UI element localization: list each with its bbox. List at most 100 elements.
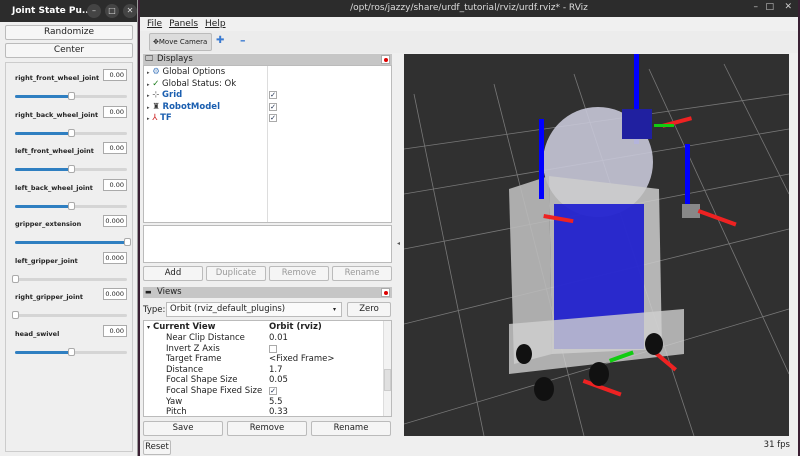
- rename-view-button[interactable]: Rename: [311, 421, 391, 436]
- rviz-window: /opt/ros/jazzy/share/urdf_tutorial/rviz/…: [140, 0, 798, 456]
- view-property-label: Near Clip Distance: [166, 333, 245, 343]
- expand-arrow-icon[interactable]: ▸: [147, 105, 150, 111]
- move-camera-button[interactable]: ✥Move Camera: [149, 33, 212, 51]
- scrollbar[interactable]: [383, 321, 391, 416]
- joint-slider[interactable]: [15, 238, 131, 246]
- view-property-label: Focal Shape Fixed Size: [166, 386, 263, 396]
- monitor-icon: 🖵: [145, 54, 154, 64]
- display-enabled-checkbox[interactable]: ✓: [269, 102, 277, 111]
- joint-slider[interactable]: [15, 201, 127, 210]
- display-item[interactable]: ▸ ⅄ TF: [147, 113, 172, 124]
- maximize-button[interactable]: □: [105, 4, 119, 18]
- menu-file[interactable]: File: [147, 19, 162, 29]
- joint-state-publisher-window: Joint State Pu... – □ ✕ Randomize Center…: [0, 0, 138, 456]
- remove-view-button[interactable]: Remove: [227, 421, 307, 436]
- joint-label: head_swivel: [15, 329, 60, 338]
- display-item[interactable]: ▸ ✓ Global Status: Ok: [147, 79, 236, 90]
- save-view-button[interactable]: Save: [143, 421, 223, 436]
- view-property-checkbox[interactable]: [269, 344, 277, 353]
- view-property-value[interactable]: 0.01: [269, 333, 288, 344]
- minimize-button[interactable]: –: [754, 2, 759, 12]
- expand-arrow-icon[interactable]: ▸: [147, 70, 150, 76]
- display-enabled-checkbox[interactable]: ✓: [269, 114, 277, 122]
- slider-handle[interactable]: [68, 128, 75, 137]
- joint-value-input[interactable]: 0.000: [103, 215, 127, 227]
- expand-arrow-icon[interactable]: ▸: [147, 93, 150, 99]
- gripper: [682, 204, 700, 218]
- view-property-label: Target Frame: [166, 354, 222, 365]
- minimize-button[interactable]: –: [87, 4, 101, 18]
- joint-label: left_back_wheel_joint: [15, 183, 93, 192]
- view-property-value[interactable]: 0.05: [269, 375, 288, 386]
- close-panel-button[interactable]: [381, 288, 390, 297]
- joint-value-input[interactable]: 0.00: [103, 142, 127, 154]
- joint-slider[interactable]: [15, 165, 127, 173]
- slider-handle[interactable]: [12, 274, 19, 283]
- joint-slider[interactable]: [15, 128, 127, 137]
- grid-icon: ⊹: [152, 90, 160, 100]
- view-type-select[interactable]: Orbit (rviz_default_plugins) ▾: [166, 302, 342, 317]
- displays-tree: ▸ ⚙ Global Options ▸ ✓ Global Status: Ok ▸…: [143, 65, 392, 223]
- gear-icon: ⚙: [152, 67, 160, 77]
- slider-handle[interactable]: [68, 165, 75, 173]
- joint-head-swivel: head_swivel 0.00: [15, 324, 127, 361]
- joint-left-front-wheel-joint: left_front_wheel_joint 0.00: [15, 142, 127, 178]
- slider-handle[interactable]: [12, 311, 19, 319]
- 3d-viewport[interactable]: [404, 54, 789, 436]
- slider-handle[interactable]: [68, 201, 75, 210]
- joint-value-input[interactable]: 0.00: [103, 105, 127, 118]
- focus-camera-icon[interactable]: ✚: [216, 35, 224, 46]
- joint-right-back-wheel-joint: right_back_wheel_joint 0.00: [15, 105, 127, 142]
- add-tool-dropdown-icon[interactable]: –: [240, 34, 246, 47]
- view-property-checkbox[interactable]: ✓: [269, 387, 277, 395]
- current-view-row[interactable]: ▾ Current View: [147, 322, 215, 333]
- display-item[interactable]: ▸ ⊹ Grid: [147, 90, 182, 101]
- joint-slider[interactable]: [12, 311, 127, 319]
- joint-slider[interactable]: [15, 347, 127, 356]
- view-property-value[interactable]: 5.5: [269, 397, 283, 408]
- view-property-value[interactable]: <Fixed Frame>: [269, 354, 334, 365]
- reset-button[interactable]: Reset: [143, 440, 171, 455]
- expand-arrow-icon[interactable]: ▸: [147, 116, 150, 122]
- add-display-button[interactable]: Add: [143, 266, 203, 281]
- joint-label: right_back_wheel_joint: [15, 110, 99, 119]
- fps-counter: 31 fps: [763, 440, 790, 450]
- duplicate-display-button[interactable]: Duplicate: [206, 266, 266, 281]
- joint-label: left_gripper_joint: [15, 256, 78, 265]
- joint-value-input[interactable]: 0.000: [103, 288, 127, 300]
- joint-value-input[interactable]: 0.00: [103, 324, 127, 337]
- display-item[interactable]: ▸ ♜ RobotModel: [147, 102, 220, 113]
- splitter-handle[interactable]: ◂: [397, 240, 400, 247]
- close-button[interactable]: ✕: [123, 4, 137, 18]
- remove-display-button[interactable]: Remove: [269, 266, 329, 281]
- slider-handle[interactable]: [68, 347, 75, 356]
- window-title: /opt/ros/jazzy/share/urdf_tutorial/rviz/…: [140, 0, 798, 17]
- joint-slider[interactable]: [12, 274, 127, 283]
- close-panel-button[interactable]: [381, 55, 390, 64]
- joint-label: right_front_wheel_joint: [15, 74, 100, 82]
- view-property-label: Focal Shape Size: [166, 375, 238, 386]
- joint-left-back-wheel-joint: left_back_wheel_joint 0.00: [15, 178, 127, 215]
- joint-slider[interactable]: [15, 92, 127, 100]
- view-property-label: Yaw: [166, 396, 183, 407]
- maximize-button[interactable]: □: [765, 2, 774, 12]
- joint-value-input[interactable]: 0.000: [103, 251, 127, 264]
- current-view-value: Orbit (rviz): [269, 322, 322, 332]
- view-property-value[interactable]: 1.7: [269, 365, 283, 376]
- close-button[interactable]: ✕: [784, 2, 792, 12]
- joint-value-input[interactable]: 0.00: [103, 178, 127, 191]
- randomize-button[interactable]: Randomize: [5, 25, 133, 40]
- center-button[interactable]: Center: [5, 43, 133, 58]
- slider-handle[interactable]: [68, 92, 75, 100]
- display-enabled-checkbox[interactable]: ✓: [269, 91, 277, 99]
- view-property-value[interactable]: 0.33: [269, 407, 288, 418]
- slider-handle[interactable]: [124, 238, 131, 246]
- zero-button[interactable]: Zero: [347, 302, 391, 317]
- menu-help[interactable]: Help: [205, 19, 226, 29]
- rename-display-button[interactable]: Rename: [332, 266, 392, 281]
- view-property-label: Pitch: [166, 407, 187, 418]
- joint-value-input[interactable]: 0.00: [103, 69, 127, 81]
- expand-arrow-icon[interactable]: ▸: [147, 82, 150, 88]
- menu-panels[interactable]: Panels: [169, 19, 198, 29]
- display-item[interactable]: ▸ ⚙ Global Options: [147, 67, 225, 78]
